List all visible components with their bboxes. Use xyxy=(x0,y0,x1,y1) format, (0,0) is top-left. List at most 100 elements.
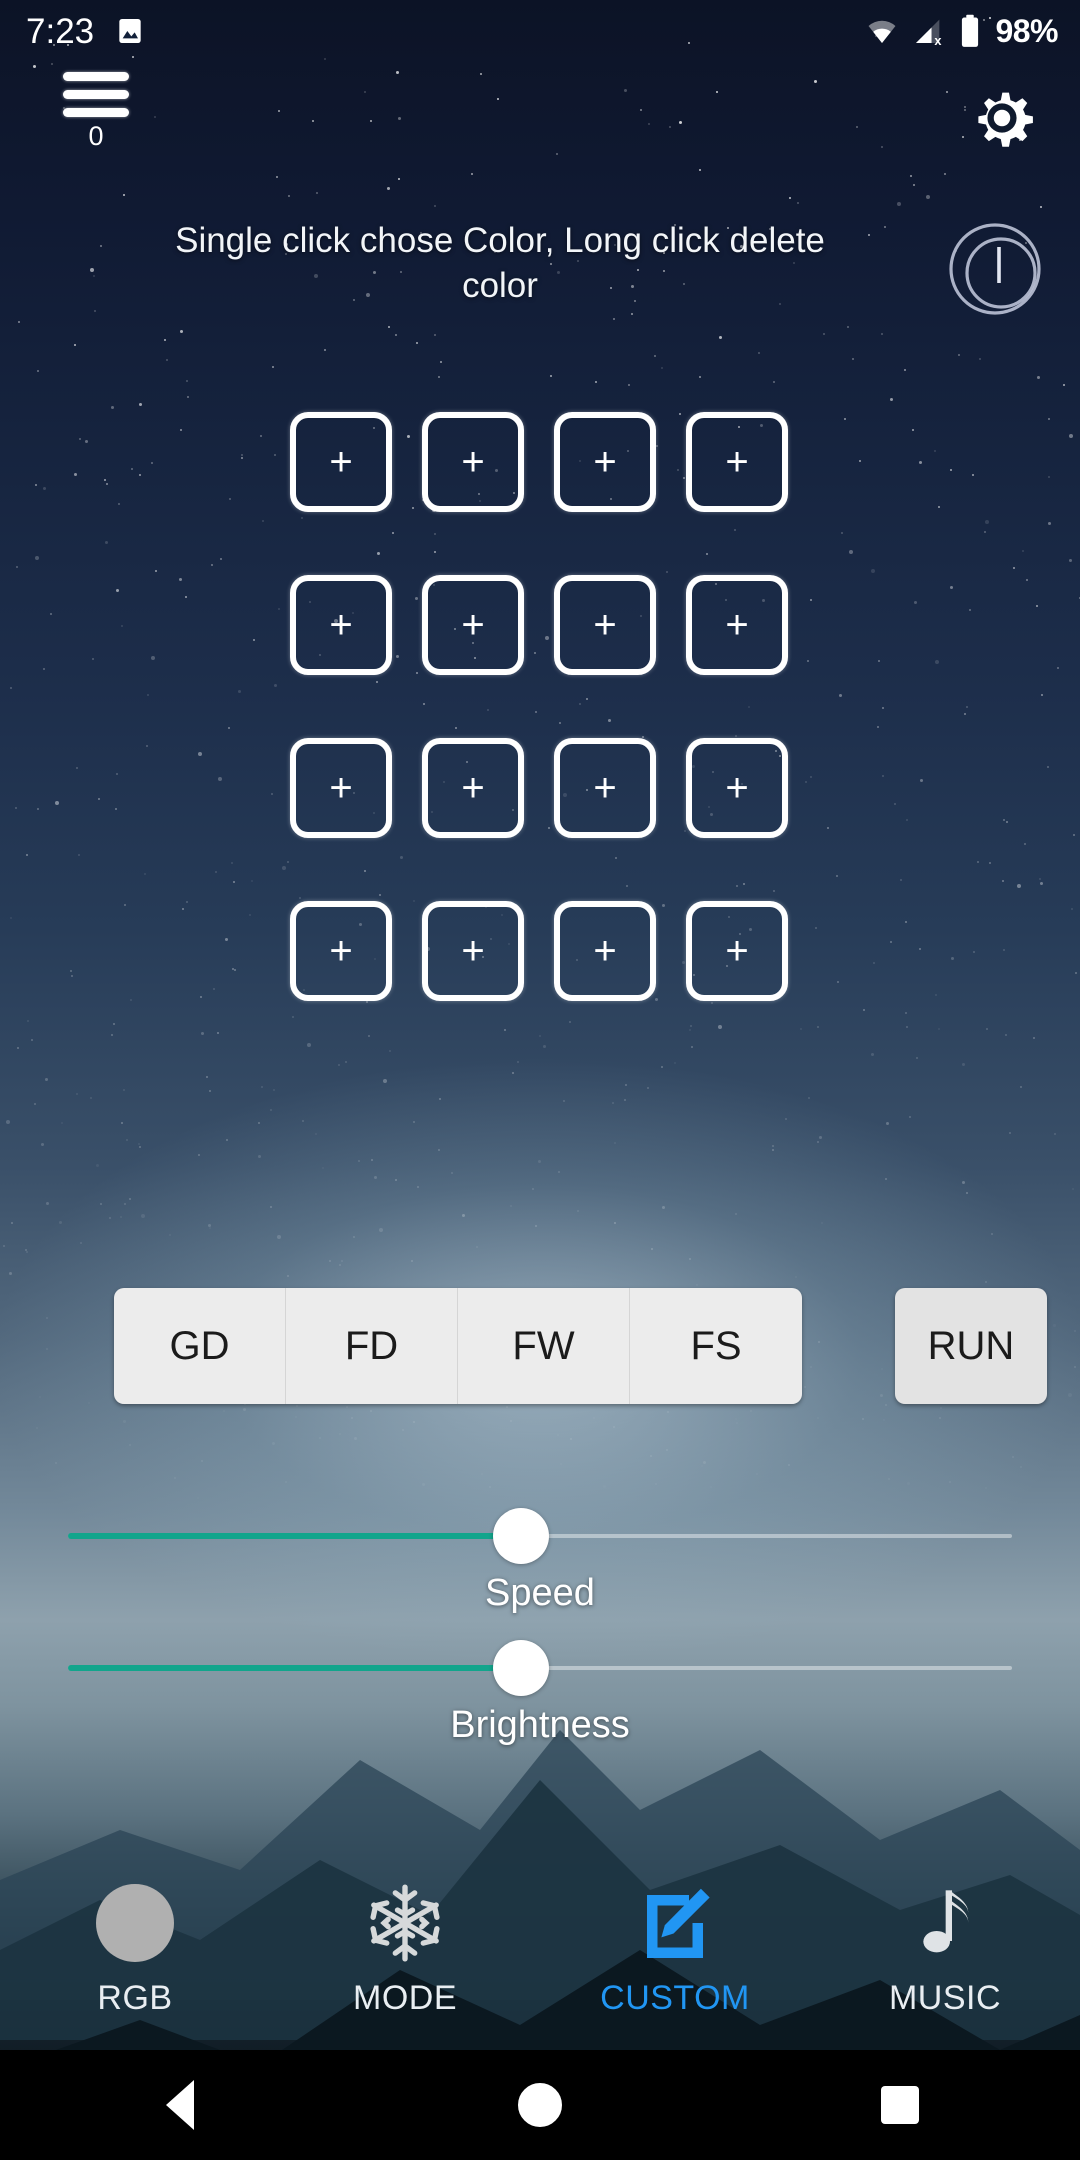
color-slot[interactable]: + xyxy=(290,575,392,675)
star xyxy=(948,1481,951,1484)
image-icon xyxy=(119,19,141,43)
color-slot[interactable]: + xyxy=(554,412,656,512)
star xyxy=(234,969,237,972)
color-slot[interactable]: + xyxy=(290,738,392,838)
nav-label-rgb: RGB xyxy=(97,1979,173,2017)
color-slot[interactable]: + xyxy=(686,412,788,512)
snowflake-glyph xyxy=(370,1884,440,1962)
settings-button[interactable] xyxy=(954,70,1050,166)
color-slot[interactable]: + xyxy=(686,738,788,838)
color-slot[interactable]: + xyxy=(422,575,524,675)
speed-slider-track-wrap[interactable] xyxy=(68,1508,1012,1564)
star xyxy=(228,498,231,501)
hamburger-menu-button[interactable]: 0 xyxy=(48,72,144,152)
star xyxy=(352,1235,355,1238)
star xyxy=(126,1138,129,1141)
star xyxy=(350,1416,353,1419)
star xyxy=(120,1121,123,1124)
android-system-nav-bar xyxy=(0,2050,1080,2160)
color-slot[interactable]: + xyxy=(422,901,524,1001)
star xyxy=(570,1438,573,1441)
star xyxy=(1023,843,1026,846)
star xyxy=(271,1441,275,1445)
star xyxy=(797,202,800,205)
star xyxy=(1017,884,1022,889)
star xyxy=(186,396,189,399)
color-slot[interactable]: + xyxy=(554,575,656,675)
star xyxy=(98,797,101,800)
star xyxy=(661,1206,665,1210)
star xyxy=(906,818,909,821)
star xyxy=(197,1497,199,1499)
brightness-slider-track-wrap[interactable] xyxy=(68,1640,1012,1696)
star xyxy=(809,776,812,779)
star xyxy=(212,987,215,990)
hamburger-menu-icon xyxy=(63,72,129,117)
star xyxy=(179,428,182,431)
star xyxy=(957,353,960,356)
nav-item-rgb[interactable]: RGB xyxy=(0,1855,270,2050)
music-note-icon xyxy=(899,1877,991,1969)
star xyxy=(451,1171,454,1174)
nav-item-music[interactable]: MUSIC xyxy=(810,1855,1080,2050)
star xyxy=(105,482,108,485)
speed-slider-thumb[interactable] xyxy=(493,1508,550,1564)
run-button[interactable]: RUN xyxy=(895,1288,1047,1404)
color-slot[interactable]: + xyxy=(686,575,788,675)
star xyxy=(306,1042,311,1047)
star xyxy=(114,808,117,811)
star xyxy=(99,244,102,247)
rgb-circle-shape xyxy=(96,1884,174,1962)
effect-button-fw[interactable]: FW xyxy=(458,1288,630,1404)
color-slot[interactable]: + xyxy=(422,738,524,838)
color-slot[interactable]: + xyxy=(686,901,788,1001)
star xyxy=(800,1027,803,1030)
edit-pencil-glyph xyxy=(647,1888,710,1958)
star xyxy=(1005,820,1008,823)
star xyxy=(186,380,189,383)
power-icon xyxy=(949,223,1041,315)
star xyxy=(650,1248,653,1251)
color-slot[interactable]: + xyxy=(422,412,524,512)
star xyxy=(689,1257,692,1260)
effect-button-gd[interactable]: GD xyxy=(114,1288,286,1404)
star xyxy=(15,565,18,568)
star xyxy=(1070,907,1073,910)
star xyxy=(315,191,318,194)
system-back-button[interactable] xyxy=(120,2050,240,2160)
star xyxy=(54,800,59,805)
star xyxy=(93,274,96,277)
color-slot[interactable]: + xyxy=(290,412,392,512)
star xyxy=(36,1427,39,1430)
star xyxy=(836,875,839,878)
star xyxy=(882,774,885,777)
star xyxy=(690,1046,693,1049)
star xyxy=(503,1029,506,1032)
color-slot[interactable]: + xyxy=(290,901,392,1001)
star xyxy=(789,196,792,199)
power-toggle-button[interactable] xyxy=(945,215,1053,323)
star xyxy=(849,550,854,555)
star xyxy=(6,1120,11,1125)
effect-button-fd[interactable]: FD xyxy=(286,1288,458,1404)
star xyxy=(558,1170,561,1173)
nav-item-mode[interactable]: MODE xyxy=(270,1855,540,2050)
system-home-button[interactable] xyxy=(480,2050,600,2160)
star xyxy=(627,384,630,387)
color-slot[interactable]: + xyxy=(554,901,656,1001)
star xyxy=(613,1221,616,1224)
star xyxy=(260,435,263,438)
star xyxy=(568,1020,571,1023)
nav-item-custom[interactable]: CUSTOM xyxy=(540,1855,810,2050)
star xyxy=(984,519,989,524)
star xyxy=(1048,521,1052,525)
star xyxy=(919,948,922,951)
star xyxy=(337,1063,340,1066)
brightness-slider-thumb[interactable] xyxy=(493,1640,550,1696)
star xyxy=(950,468,953,471)
system-recents-button[interactable] xyxy=(840,2050,960,2160)
effect-button-fs[interactable]: FS xyxy=(630,1288,802,1404)
color-slot[interactable]: + xyxy=(554,738,656,838)
star xyxy=(963,712,966,715)
star xyxy=(394,1179,397,1182)
